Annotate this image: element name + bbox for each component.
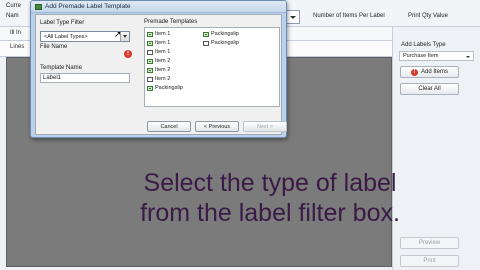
label-type-filter-value: <All Label Types> <box>44 34 88 40</box>
add-premade-label-dialog: Add Premade Label Template Label Type Fi… <box>30 0 287 138</box>
mouse-cursor-icon: ➚ <box>114 29 122 39</box>
app-label-cut-1: Curre <box>6 3 22 9</box>
cancel-button[interactable]: Cancel <box>147 121 191 132</box>
add-labels-type-select[interactable]: Purchase Item <box>399 51 474 61</box>
label-template-icon <box>147 67 153 73</box>
template-item-label: Packingslip <box>211 31 239 37</box>
template-item-label: Item 2 <box>155 58 171 64</box>
template-item[interactable]: Packingslip <box>203 31 239 37</box>
add-labels-type-label: Add Labels Type <box>401 42 446 48</box>
template-item-label: Packingslip <box>155 85 183 91</box>
template-item-label: Packingslip <box>211 40 239 46</box>
dialog-title: Add Premade Label Template <box>45 3 131 10</box>
premade-templates-label: Premade Templates <box>144 19 198 25</box>
document-template-icon <box>203 40 209 46</box>
premade-templates-list[interactable]: Item 1 Item 1 Item 1 Item 2 Item 2 Item … <box>144 27 280 107</box>
label-template-icon <box>147 40 153 46</box>
label-type-filter-label: Label Type Filter <box>40 20 85 26</box>
column-print-qty: Print Qty Value <box>408 13 448 19</box>
add-items-label: Add Items <box>420 69 448 75</box>
error-icon: ! <box>410 68 418 76</box>
right-panel: Add Labels Type Purchase Item ! Add Item… <box>392 27 480 270</box>
label-template-icon <box>147 85 153 91</box>
document-template-icon <box>147 49 153 55</box>
document-template-icon <box>147 76 153 82</box>
template-name-value: Label1 <box>43 75 62 81</box>
template-item-label: Item 1 <box>155 40 171 46</box>
template-item[interactable]: Item 2 <box>147 76 170 82</box>
clear-all-button[interactable]: Clear All <box>400 83 459 95</box>
caption-line-1: Select the type of label <box>143 169 397 197</box>
app-tab-partial[interactable]: Ill In <box>10 30 21 36</box>
template-item-label: Item 2 <box>155 76 171 82</box>
next-button[interactable]: Next > <box>243 121 287 132</box>
template-item-label: Item 1 <box>155 49 171 55</box>
template-name-label: Template Name <box>40 65 83 71</box>
dialog-title-bar[interactable]: Add Premade Label Template <box>31 1 286 13</box>
template-item-label: Item 2 <box>155 67 171 73</box>
dialog-body: Label Type Filter <All Label Types> ➚ Fi… <box>35 14 287 135</box>
chevron-down-icon <box>290 16 296 19</box>
error-icon: ! <box>124 50 132 58</box>
app-label-cut-2: Nam <box>6 13 19 19</box>
template-item[interactable]: Packingslip <box>203 40 239 46</box>
column-items-per-label: Number of Items Per Label <box>313 13 385 19</box>
caption-line-2: from the label filter box. <box>140 199 400 227</box>
previous-button[interactable]: < Previous <box>195 121 239 132</box>
template-item[interactable]: Item 2 <box>147 67 170 73</box>
add-items-button[interactable]: ! Add Items <box>400 66 459 78</box>
print-button[interactable]: Print <box>400 255 459 267</box>
label-template-icon <box>147 31 153 37</box>
template-item[interactable]: Packingslip <box>147 85 183 91</box>
template-name-input[interactable]: Label1 <box>40 73 130 83</box>
add-labels-type-value: Purchase Item <box>403 53 439 59</box>
template-item-label: Item 1 <box>155 31 171 37</box>
grid-header-lines: Lines <box>10 44 25 50</box>
label-template-icon <box>203 31 209 37</box>
chevron-down-icon <box>466 56 470 58</box>
file-name-label: File Name <box>40 44 68 50</box>
template-item[interactable]: Item 1 <box>147 31 170 37</box>
tutorial-caption: Select the type of label from the label … <box>60 168 480 228</box>
label-template-icon <box>147 58 153 64</box>
template-item[interactable]: Item 1 <box>147 40 170 46</box>
preview-button[interactable]: Preview <box>400 237 459 249</box>
label-icon <box>35 4 42 10</box>
template-item[interactable]: Item 1 <box>147 49 170 55</box>
app-dropdown[interactable] <box>285 10 300 24</box>
template-item[interactable]: Item 2 <box>147 58 170 64</box>
